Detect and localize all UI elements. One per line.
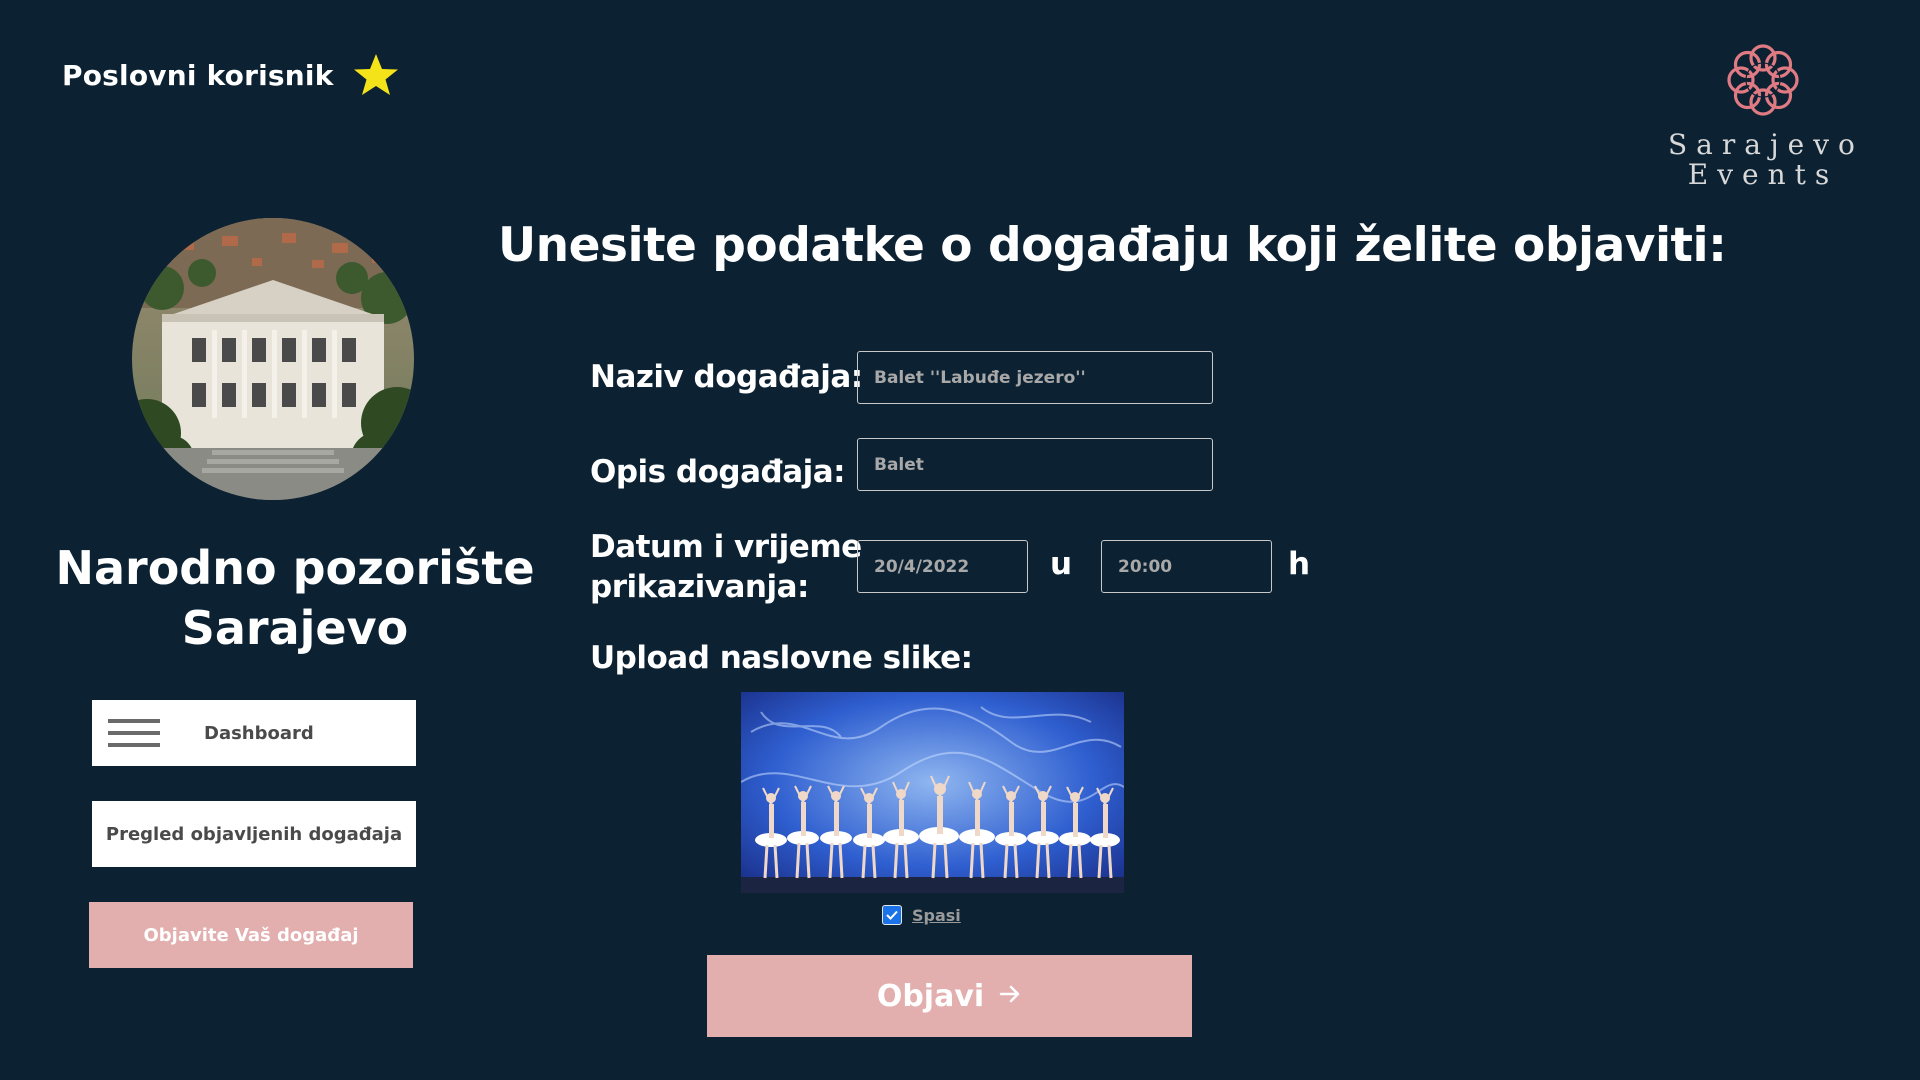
sidebar-item-publish-event[interactable]: Objavite Vaš događaj [89, 902, 413, 968]
checkmark-icon [886, 910, 898, 920]
publish-button[interactable]: Objavi [707, 955, 1192, 1037]
event-date-input[interactable] [857, 540, 1028, 593]
datetime-label-line2: prikazivanja: [590, 569, 809, 605]
page: Poslovni korisnik Sarajevo Events Narodn… [0, 0, 1920, 1080]
event-name-input[interactable] [857, 351, 1213, 404]
save-option: Spasi [882, 905, 961, 925]
sidebar-item-label: Dashboard [204, 722, 314, 744]
knot-logo-icon [1668, 38, 1858, 122]
sidebar-item-dashboard[interactable]: Dashboard [92, 700, 416, 766]
sarajevo-events-logo[interactable]: Sarajevo Events [1668, 38, 1858, 190]
logo-text-line1: Sarajevo [1668, 128, 1864, 161]
star-icon [352, 52, 400, 98]
menu-icon [108, 719, 160, 747]
publish-button-label: Objavi [876, 978, 985, 1014]
user-type-label: Poslovni korisnik [62, 58, 334, 92]
uploaded-cover-image[interactable] [741, 692, 1124, 893]
save-checkbox[interactable] [882, 905, 902, 925]
event-description-label: Opis događaja: [590, 454, 846, 490]
event-name-label: Naziv događaja: [590, 359, 863, 395]
hours-suffix: h [1288, 546, 1311, 582]
datetime-label-line1: Datum i vrijeme [590, 529, 862, 565]
save-link[interactable]: Spasi [912, 906, 961, 925]
sidebar-item-published-events[interactable]: Pregled objavljenih događaja [92, 801, 416, 867]
user-type-badge: Poslovni korisnik [62, 52, 400, 98]
sidebar-item-label: Objavite Vaš događaj [143, 924, 359, 946]
sidebar-item-label: Pregled objavljenih događaja [105, 823, 403, 845]
page-title: Unesite podatke o događaju koji želite o… [498, 218, 1727, 273]
event-datetime-label: Datum i vrijeme prikazivanja: [590, 527, 862, 607]
event-description-input[interactable] [857, 438, 1213, 491]
organization-name: Narodno pozorište Sarajevo [55, 541, 535, 655]
upload-image-label: Upload naslovne slike: [590, 640, 973, 676]
arrow-right-icon [998, 979, 1022, 1014]
event-time-input[interactable] [1101, 540, 1272, 593]
date-time-separator: u [1050, 546, 1073, 582]
logo-text-line2: Events [1687, 158, 1839, 191]
avatar [132, 218, 414, 500]
